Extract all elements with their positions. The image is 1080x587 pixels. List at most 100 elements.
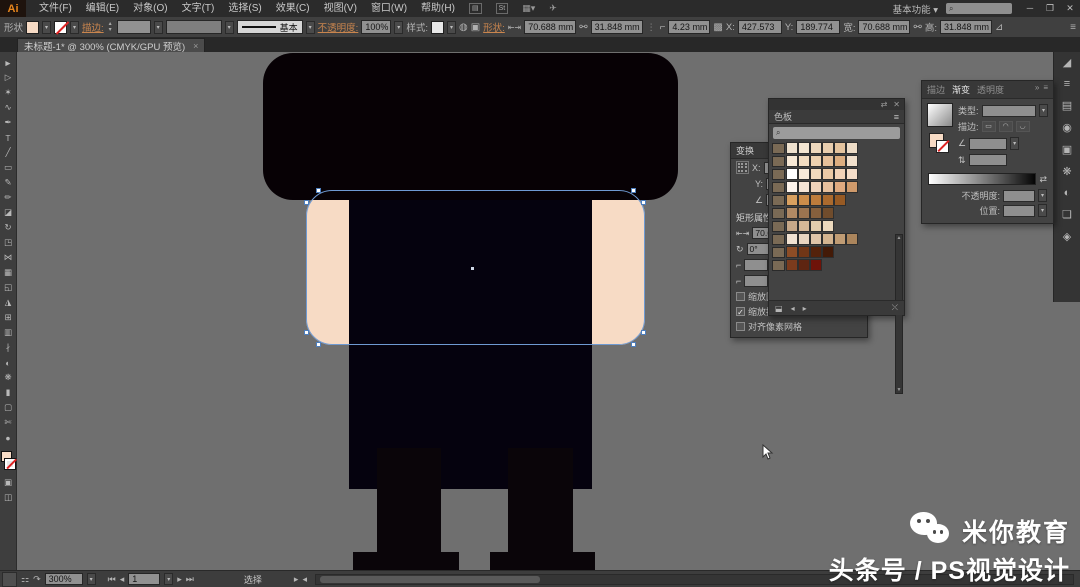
gradient-aspect-field[interactable] bbox=[969, 154, 1007, 166]
symbols-panel-icon[interactable]: ◉ bbox=[1062, 121, 1072, 134]
color-swatch[interactable] bbox=[822, 155, 834, 167]
opacity-label[interactable]: 不透明度: bbox=[318, 20, 359, 34]
width-tool-icon[interactable]: ⋈ bbox=[1, 250, 16, 265]
color-swatch[interactable] bbox=[786, 155, 798, 167]
lasso-tool-icon[interactable]: ∿ bbox=[1, 100, 16, 115]
link-wh-icon[interactable]: ⚯ bbox=[913, 22, 921, 33]
slice-tool-icon[interactable]: ✄ bbox=[1, 415, 16, 430]
paintbrush-tool-icon[interactable]: ✎ bbox=[1, 175, 16, 190]
rectangle-tool-icon[interactable]: ▭ bbox=[1, 160, 16, 175]
stock-icon[interactable]: St bbox=[496, 3, 509, 14]
gradient-fill-swatch[interactable] bbox=[927, 103, 953, 127]
stroke-gradient-along-icon[interactable]: ◠ bbox=[999, 121, 1013, 132]
zoom-dropdown[interactable]: ▾ bbox=[87, 573, 96, 585]
color-group-folder-icon[interactable] bbox=[772, 182, 785, 193]
menu-select[interactable]: 选择(S) bbox=[221, 0, 268, 17]
color-swatch[interactable] bbox=[810, 181, 822, 193]
close-panel-icon[interactable]: ✕ bbox=[893, 100, 900, 109]
reverse-gradient-icon[interactable]: ⇄ bbox=[1039, 174, 1047, 185]
checkbox[interactable]: ✓ bbox=[736, 307, 745, 316]
color-swatch[interactable] bbox=[786, 220, 798, 232]
style-swatch[interactable] bbox=[431, 21, 444, 34]
type-tool-icon[interactable]: T bbox=[1, 130, 16, 145]
gradient-position-field[interactable] bbox=[1003, 205, 1035, 217]
delete-swatch-icon[interactable]: ⤬ bbox=[892, 303, 898, 313]
chevron-down-icon[interactable]: ▾ bbox=[1039, 104, 1048, 117]
color-group-folder-icon[interactable] bbox=[772, 208, 785, 219]
menu-effect[interactable]: 效果(C) bbox=[269, 0, 317, 17]
gradient-angle-field[interactable] bbox=[969, 138, 1007, 150]
anchor-point[interactable] bbox=[631, 342, 636, 347]
character-right-leg-shape[interactable] bbox=[508, 448, 573, 552]
color-swatch[interactable] bbox=[786, 207, 798, 219]
checkbox[interactable] bbox=[736, 322, 745, 331]
chevron-down-icon[interactable]: ▾ bbox=[1038, 189, 1047, 202]
w2-field[interactable]: 70.688 mm bbox=[858, 20, 910, 34]
color-swatch[interactable] bbox=[822, 220, 834, 232]
color-swatch[interactable] bbox=[822, 181, 834, 193]
color-swatch[interactable] bbox=[798, 142, 810, 154]
color-swatch[interactable] bbox=[786, 259, 798, 271]
menu-file[interactable]: 文件(F) bbox=[32, 0, 79, 17]
color-swatch[interactable] bbox=[810, 259, 822, 271]
symbol-sprayer-tool-icon[interactable]: ❋ bbox=[1, 370, 16, 385]
artboards-panel-icon[interactable]: ◈ bbox=[1063, 230, 1071, 243]
character-hair-shape[interactable] bbox=[263, 53, 678, 200]
shape-width-field[interactable]: 70.688 mm bbox=[524, 20, 576, 34]
panel-menu-icon[interactable]: ≡ bbox=[1043, 83, 1048, 96]
menu-view[interactable]: 视图(V) bbox=[317, 0, 364, 17]
color-group-folder-icon[interactable] bbox=[772, 260, 785, 271]
chevron-down-icon[interactable]: ▾ bbox=[1010, 137, 1019, 150]
minimize-button[interactable]: ─ bbox=[1020, 0, 1040, 17]
color-swatch[interactable] bbox=[786, 168, 798, 180]
collapse-panel-icon[interactable]: ⇄ bbox=[881, 100, 888, 109]
brush-definition-field[interactable] bbox=[166, 20, 222, 34]
scroll-left-icon[interactable]: ▸ bbox=[294, 574, 299, 585]
color-swatch[interactable] bbox=[834, 233, 846, 245]
color-swatch[interactable] bbox=[822, 194, 834, 206]
menu-type[interactable]: 文字(T) bbox=[175, 0, 222, 17]
color-swatch[interactable] bbox=[786, 194, 798, 206]
fill-stroke-proxy[interactable] bbox=[1, 451, 16, 475]
tab-gradient[interactable]: 渐变 bbox=[952, 83, 970, 96]
color-swatch[interactable] bbox=[798, 220, 810, 232]
color-swatch[interactable] bbox=[846, 233, 858, 245]
appearance-panel-icon[interactable]: ❋ bbox=[1062, 165, 1071, 178]
color-swatch[interactable] bbox=[798, 168, 810, 180]
color-swatch[interactable] bbox=[798, 155, 810, 167]
tab-stroke[interactable]: 描边 bbox=[927, 83, 945, 96]
artboard-number-field[interactable]: 1 bbox=[128, 573, 160, 585]
align-dropdown-icon[interactable]: ▣ bbox=[471, 22, 480, 33]
perspective-grid-tool-icon[interactable]: ◮ bbox=[1, 295, 16, 310]
tab-transparency[interactable]: 透明度 bbox=[977, 83, 1004, 96]
draw-normal-mode-icon[interactable]: ▣ bbox=[1, 475, 16, 490]
checkbox[interactable] bbox=[736, 292, 745, 301]
width-profile-dropdown[interactable]: 基本 bbox=[237, 20, 303, 34]
bridge-icon[interactable]: ▤ bbox=[469, 3, 482, 14]
first-artboard-icon[interactable]: ⏮ bbox=[108, 574, 116, 585]
last-artboard-icon[interactable]: ⏭ bbox=[186, 574, 194, 585]
anchor-point[interactable] bbox=[316, 188, 321, 193]
image-trace-panel-icon[interactable]: ▣ bbox=[1062, 143, 1072, 156]
swatch-search-input[interactable]: ⌕ bbox=[773, 127, 900, 139]
color-swatch[interactable] bbox=[822, 246, 834, 258]
panel-menu-icon[interactable]: ≡ bbox=[894, 112, 899, 122]
width-profile-chevron[interactable]: ▾ bbox=[306, 21, 315, 34]
anchor-point[interactable] bbox=[641, 330, 646, 335]
hand-tool-icon[interactable]: ● bbox=[1, 430, 16, 445]
free-transform-tool-icon[interactable]: ▦ bbox=[1, 265, 16, 280]
tab-swatches[interactable]: 色板 bbox=[774, 110, 792, 123]
line-segment-tool-icon[interactable]: ╱ bbox=[1, 145, 16, 160]
collapse-panels-icon[interactable]: ◢ bbox=[1063, 56, 1071, 69]
color-swatch[interactable] bbox=[786, 246, 798, 258]
color-swatch[interactable] bbox=[834, 181, 846, 193]
opacity-dropdown[interactable]: ▾ bbox=[394, 21, 403, 34]
link-dimensions-icon[interactable]: ⚯ bbox=[579, 22, 587, 33]
color-swatch[interactable] bbox=[822, 207, 834, 219]
color-swatch[interactable] bbox=[810, 233, 822, 245]
color-swatch[interactable] bbox=[834, 142, 846, 154]
color-swatch[interactable] bbox=[810, 142, 822, 154]
corner-radius-field[interactable]: 4.23 mm bbox=[668, 20, 710, 34]
color-swatch[interactable] bbox=[810, 207, 822, 219]
direct-selection-tool-icon[interactable]: ▷ bbox=[1, 70, 16, 85]
